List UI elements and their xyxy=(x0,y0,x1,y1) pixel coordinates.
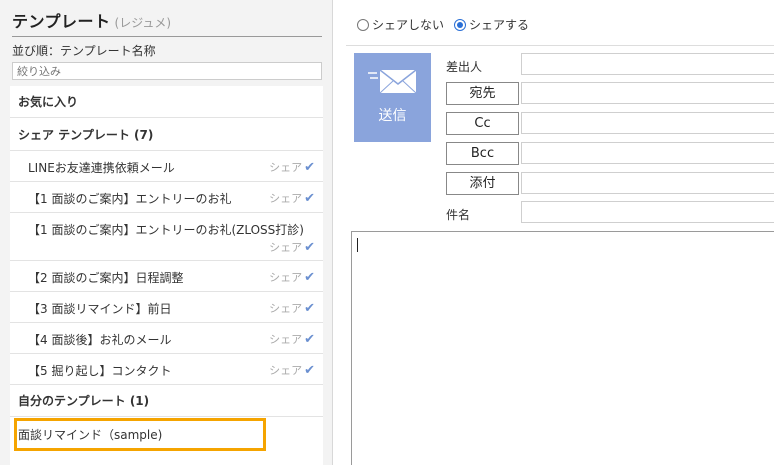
template-list: お気に入り シェア テンプレート (7) LINEお友達連携依頼メール シェア ✔… xyxy=(10,86,323,465)
share-label[interactable]: シェアする xyxy=(469,16,529,33)
send-button[interactable]: 送信 xyxy=(354,53,431,142)
share-label: シェア xyxy=(269,192,303,205)
cc-field[interactable] xyxy=(521,112,774,134)
template-item[interactable]: 【5 掘り起し】コンタクト シェア ✔ xyxy=(10,354,323,385)
check-icon: ✔ xyxy=(304,300,315,316)
to-button[interactable]: 宛先 xyxy=(446,82,519,105)
template-item[interactable]: 【1 面談のご案内】エントリーのお礼 シェア ✔ xyxy=(10,182,323,213)
subject-field[interactable] xyxy=(521,201,774,223)
sidebar-title: テンプレート xyxy=(12,12,111,31)
template-item[interactable]: 【2 面談のご案内】日程調整 シェア ✔ xyxy=(10,261,323,292)
check-icon: ✔ xyxy=(304,190,315,206)
share-indicator: シェア ✔ xyxy=(269,159,315,175)
check-icon: ✔ xyxy=(304,331,315,347)
filter-input[interactable] xyxy=(12,62,322,80)
share-label: シェア xyxy=(269,302,303,315)
text-caret xyxy=(357,238,358,252)
bcc-button[interactable]: Bcc xyxy=(446,142,519,165)
subject-label: 件名 xyxy=(446,208,471,222)
share-indicator: シェア ✔ xyxy=(269,300,315,316)
envelope-icon xyxy=(368,67,418,97)
share-indicator: シェア ✔ xyxy=(269,239,315,255)
template-item-label: 【4 面談後】お礼のメール xyxy=(28,333,172,347)
template-item[interactable]: 【1 面談のご案内】エントリーのお礼(ZLOSS打診) シェア ✔ xyxy=(10,213,323,261)
title-divider xyxy=(12,36,322,37)
favorites-label: お気に入り xyxy=(18,95,79,109)
share-label: シェア xyxy=(269,333,303,346)
share-label: シェア xyxy=(269,364,303,377)
template-item-label: 【1 面談のご案内】エントリーのお礼 xyxy=(28,192,232,206)
template-item-label: 【5 掘り起し】コンタクト xyxy=(28,364,172,378)
divider xyxy=(346,45,774,46)
share-indicator: シェア ✔ xyxy=(269,269,315,285)
cc-button[interactable]: Cc xyxy=(446,112,519,135)
check-icon: ✔ xyxy=(304,239,315,255)
sender-label: 差出人 xyxy=(446,60,483,74)
to-field[interactable] xyxy=(521,82,774,104)
share-label: シェア xyxy=(269,161,303,174)
share-radio-group: シェアしない シェアする xyxy=(357,16,539,33)
template-item[interactable]: LINEお友達連携依頼メール シェア ✔ xyxy=(10,151,323,182)
share-indicator: シェア ✔ xyxy=(269,362,315,378)
sidebar-subtitle: (レジュメ) xyxy=(114,16,172,30)
sidebar-header: テンプレート (レジュメ) 並び順：テンプレート名称 xyxy=(0,0,332,86)
shared-section-label: シェア テンプレート (7) xyxy=(18,127,154,142)
compose-panel: シェアしない シェアする 送信 差出人 宛先 Cc Bcc 添付 件名 xyxy=(334,0,774,465)
attach-button[interactable]: 添付 xyxy=(446,172,519,195)
no-share-radio[interactable] xyxy=(357,18,369,31)
sort-order-label[interactable]: 並び順：テンプレート名称 xyxy=(12,42,322,59)
favorites-section[interactable]: お気に入り xyxy=(10,86,323,118)
shared-templates-section[interactable]: シェア テンプレート (7) xyxy=(10,118,323,151)
template-item-label: 【3 面談リマインド】前日 xyxy=(28,302,172,316)
highlight-box xyxy=(14,418,266,451)
send-label: 送信 xyxy=(378,108,407,124)
message-body-editor[interactable] xyxy=(351,231,774,465)
share-label: シェア xyxy=(269,271,303,284)
no-share-label[interactable]: シェアしない xyxy=(372,16,444,33)
bcc-field[interactable] xyxy=(521,142,774,164)
check-icon: ✔ xyxy=(304,159,315,175)
own-section-label: 自分のテンプレート (1) xyxy=(18,394,150,408)
share-indicator: シェア ✔ xyxy=(269,190,315,206)
template-item-label: 【1 面談のご案内】エントリーのお礼(ZLOSS打診) xyxy=(28,223,304,237)
template-item[interactable]: 【3 面談リマインド】前日 シェア ✔ xyxy=(10,292,323,323)
template-item-label: 【2 面談のご案内】日程調整 xyxy=(28,271,184,285)
template-item[interactable]: 【4 面談後】お礼のメール シェア ✔ xyxy=(10,323,323,354)
sender-field[interactable] xyxy=(521,53,774,75)
template-sidebar: テンプレート (レジュメ) 並び順：テンプレート名称 お気に入り シェア テンプ… xyxy=(0,0,333,465)
own-templates-section[interactable]: 自分のテンプレート (1) xyxy=(10,385,323,417)
check-icon: ✔ xyxy=(304,269,315,285)
share-indicator: シェア ✔ xyxy=(269,331,315,347)
attach-field[interactable] xyxy=(521,172,774,194)
share-radio[interactable] xyxy=(454,18,467,31)
template-item-label: LINEお友達連携依頼メール xyxy=(28,161,175,175)
check-icon: ✔ xyxy=(304,362,315,378)
share-label: シェア xyxy=(269,241,303,254)
